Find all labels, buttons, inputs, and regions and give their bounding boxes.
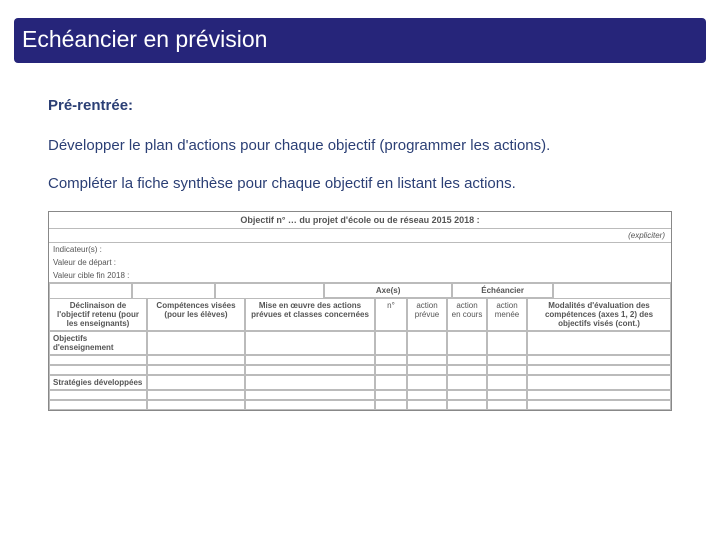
table-cell	[447, 365, 487, 375]
col-mise-en-oeuvre	[215, 283, 324, 298]
table-cell	[407, 355, 447, 365]
col-ech-prevue: action prévue	[407, 298, 447, 331]
table-cell	[527, 365, 671, 375]
table-cell	[487, 355, 527, 365]
table-cell	[487, 400, 527, 410]
col-competences	[132, 283, 215, 298]
table-cell	[375, 400, 407, 410]
table-cell	[527, 390, 671, 400]
table-cell	[147, 331, 245, 355]
table-cell	[407, 390, 447, 400]
table-cell	[487, 390, 527, 400]
col-ech-en-cours: action en cours	[447, 298, 487, 331]
table-row	[49, 390, 671, 400]
table-cell	[527, 355, 671, 365]
table-cell	[407, 400, 447, 410]
table-cell	[147, 355, 245, 365]
table-cell	[147, 365, 245, 375]
slide-title-bar: Echéancier en prévision	[14, 18, 706, 63]
table-cell	[245, 400, 375, 410]
col-ech-menee: action menée	[487, 298, 527, 331]
table-header-row: Déclinaison de l'objectif retenu (pour l…	[49, 298, 671, 331]
field-valeur-cible-value	[157, 269, 671, 282]
table-cell	[245, 390, 375, 400]
field-indicateurs: Indicateur(s) :	[49, 243, 671, 256]
table-cell	[447, 400, 487, 410]
table-cell	[245, 331, 375, 355]
table-row	[49, 355, 671, 365]
group-axes: Axe(s)	[324, 283, 452, 298]
table-cell	[487, 365, 527, 375]
table-cell	[527, 375, 671, 390]
table-row: Stratégies développées	[49, 375, 671, 390]
table-cell	[447, 331, 487, 355]
table-cell	[147, 400, 245, 410]
paragraph-2: Compléter la fiche synthèse pour chaque …	[48, 174, 672, 194]
table-row	[49, 400, 671, 410]
table-cell	[245, 365, 375, 375]
field-valeur-depart: Valeur de départ :	[49, 256, 671, 269]
table-cell	[49, 365, 147, 375]
table-cell	[49, 355, 147, 365]
table-cell	[245, 355, 375, 365]
slide-title: Echéancier en prévision	[22, 26, 267, 52]
field-valeur-depart-value	[157, 256, 671, 269]
row-label-objectifs: Objectifs d'enseignement	[49, 331, 147, 355]
col-axes-num: n°	[375, 298, 407, 331]
table-cell	[245, 375, 375, 390]
sheet-objectif-title: Objectif n° … du projet d'école ou de ré…	[49, 212, 671, 229]
field-valeur-cible-label: Valeur cible fin 2018 :	[49, 269, 157, 282]
table-cell	[527, 331, 671, 355]
table-cell	[49, 390, 147, 400]
table-cell	[487, 331, 527, 355]
section-subhead: Pré-rentrée:	[48, 97, 672, 114]
synthesis-sheet: Objectif n° … du projet d'école ou de ré…	[48, 211, 672, 411]
col-modalites: Modalités d'évaluation des compétences (…	[527, 298, 671, 331]
table-cell	[375, 390, 407, 400]
table-cell	[147, 375, 245, 390]
paragraph-1: Développer le plan d'actions pour chaque…	[48, 136, 672, 156]
field-indicateurs-value	[157, 243, 671, 256]
table-row	[49, 365, 671, 375]
table-cell	[407, 365, 447, 375]
table-header-group-row: Axe(s) Échéancier	[49, 283, 671, 298]
table-cell	[447, 355, 487, 365]
table-cell	[375, 365, 407, 375]
table-body: Objectifs d'enseignement	[49, 331, 671, 410]
table-cell	[375, 331, 407, 355]
table-cell	[407, 331, 447, 355]
col-declinaison: Déclinaison de l'objectif retenu (pour l…	[49, 298, 147, 331]
table-cell	[407, 375, 447, 390]
col-competences: Compétences visées (pour les élèves)	[147, 298, 245, 331]
table-cell	[487, 375, 527, 390]
table-cell	[375, 375, 407, 390]
table-cell	[375, 355, 407, 365]
field-valeur-depart-label: Valeur de départ :	[49, 256, 157, 269]
table-cell	[527, 400, 671, 410]
table-cell	[49, 400, 147, 410]
col-modalites	[553, 283, 671, 298]
table-cell	[147, 390, 245, 400]
table-row: Objectifs d'enseignement	[49, 331, 671, 355]
field-indicateurs-label: Indicateur(s) :	[49, 243, 157, 256]
col-mise-en-oeuvre: Mise en œuvre des actions prévues et cla…	[245, 298, 375, 331]
table-cell	[447, 390, 487, 400]
row-label-strategies: Stratégies développées	[49, 375, 147, 390]
col-declinaison	[49, 283, 132, 298]
sheet-expliciter: (expliciter)	[49, 229, 671, 243]
field-valeur-cible: Valeur cible fin 2018 :	[49, 269, 671, 283]
group-echeancier: Échéancier	[452, 283, 553, 298]
content-area: Pré-rentrée: Développer le plan d'action…	[0, 63, 720, 193]
table-cell	[447, 375, 487, 390]
